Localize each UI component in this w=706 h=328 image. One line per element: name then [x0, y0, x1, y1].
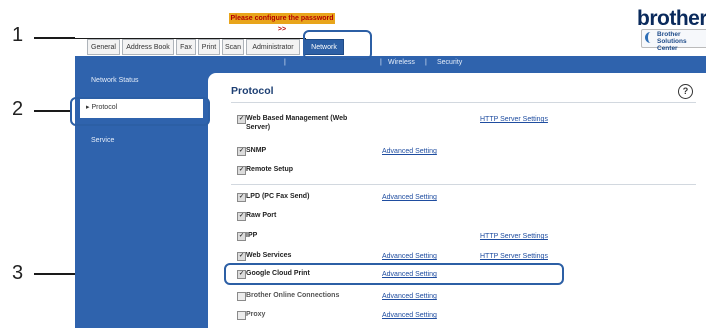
checkbox-ipp[interactable]: ✓	[237, 232, 246, 241]
callout-2: 2	[12, 98, 24, 120]
subnav-wireless[interactable]: Wireless	[388, 57, 415, 68]
highlight-network-tab	[303, 30, 372, 60]
sidebar-item-network-status[interactable]: Network Status	[91, 77, 138, 84]
checkbox-brother-online[interactable]	[237, 292, 246, 301]
checkbox-web-services[interactable]: ✓	[237, 252, 246, 261]
tab-administrator[interactable]: Administrator	[246, 39, 300, 55]
callout-1: 1	[12, 24, 24, 46]
link-web-server-http-settings[interactable]: HTTP Server Settings	[480, 115, 548, 124]
label-remote-setup: Remote Setup	[246, 166, 294, 173]
tab-print[interactable]: Print	[198, 39, 220, 55]
link-brother-online-advanced[interactable]: Advanced Setting	[382, 292, 437, 301]
solutions-center-icon	[645, 32, 657, 43]
tab-scan[interactable]: Scan	[222, 39, 244, 55]
tab-address-book[interactable]: Address Book	[122, 39, 174, 55]
checkbox-proxy[interactable]	[237, 311, 246, 320]
brother-logo: brother	[637, 7, 706, 30]
page-title: Protocol	[231, 85, 274, 97]
label-lpd: LPD (PC Fax Send)	[246, 193, 310, 200]
checkbox-web-server[interactable]: ✓	[237, 115, 246, 124]
highlight-google-cloud-print	[224, 263, 564, 285]
subnav-separator-2: |	[380, 59, 382, 66]
checkbox-lpd[interactable]: ✓	[237, 193, 246, 202]
password-banner[interactable]: Please configure the password >>	[229, 13, 335, 33]
link-proxy-advanced[interactable]: Advanced Setting	[382, 311, 437, 320]
tab-general[interactable]: General	[87, 39, 120, 55]
checkbox-remote-setup[interactable]: ✓	[237, 166, 246, 175]
callout-3: 3	[12, 262, 24, 284]
sidebar-item-service[interactable]: Service	[91, 137, 114, 144]
tab-fax[interactable]: Fax	[176, 39, 196, 55]
link-snmp-advanced[interactable]: Advanced Setting	[382, 147, 437, 156]
top-bar	[75, 0, 706, 38]
label-raw-port: Raw Port	[246, 212, 277, 219]
label-web-server: Web Based Management (Web Server)	[246, 115, 348, 131]
solutions-center-label: Brother Solutions Center	[657, 31, 687, 52]
subnav-security[interactable]: Security	[437, 57, 462, 68]
section-divider	[231, 184, 696, 185]
link-lpd-advanced[interactable]: Advanced Setting	[382, 193, 437, 202]
link-ipp-http-settings[interactable]: HTTP Server Settings	[480, 232, 548, 241]
label-web-services: Web Services	[246, 252, 292, 259]
label-proxy: Proxy	[246, 311, 266, 318]
title-divider	[231, 102, 696, 103]
subnav-separator-3: |	[425, 59, 427, 66]
link-web-services-http-settings[interactable]: HTTP Server Settings	[480, 252, 548, 261]
label-ipp: IPP	[246, 232, 258, 239]
checkbox-snmp[interactable]: ✓	[237, 147, 246, 156]
highlight-protocol-item	[70, 97, 210, 126]
help-icon[interactable]: ?	[678, 84, 693, 99]
subnav-separator-1: |	[284, 59, 286, 66]
checkbox-raw-port[interactable]: ✓	[237, 212, 246, 221]
link-web-services-advanced[interactable]: Advanced Setting	[382, 252, 437, 261]
label-brother-online: Brother Online Connections	[246, 292, 340, 299]
label-snmp: SNMP	[246, 147, 267, 154]
callout-2-line	[34, 110, 72, 112]
